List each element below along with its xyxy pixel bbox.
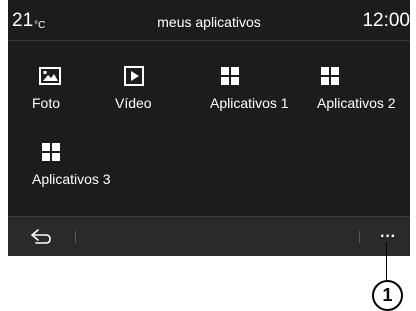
apps-grid-icon [321,67,339,85]
photo-icon [39,67,61,85]
clock: 12:00 [362,10,410,31]
app-aplicativos-3[interactable]: Aplicativos 3 [32,143,132,191]
apps-grid-icon [221,67,239,85]
app-label: Aplicativos 2 [317,95,396,111]
page-title: meus aplicativos [157,14,261,30]
apps-grid-icon [42,143,60,161]
separator [75,231,76,243]
app-video[interactable]: Vídeo [115,66,171,115]
app-label: Aplicativos 1 [210,95,289,111]
video-play-icon [124,66,144,86]
more-options-button[interactable]: ··· [376,227,400,247]
separator [359,231,360,243]
display-screen: 21°C meus aplicativos 12:00 Foto Vídeo A… [8,0,410,256]
app-label: Foto [32,95,61,111]
app-label: Vídeo [115,95,152,111]
app-aplicativos-1[interactable]: Aplicativos 1 [210,67,306,115]
app-foto[interactable]: Foto [32,67,82,115]
status-bar: 21°C meus aplicativos 12:00 [8,0,410,41]
back-arrow-icon[interactable] [30,229,52,245]
callout-leader-line [386,242,387,282]
app-label: Aplicativos 3 [32,171,111,187]
app-aplicativos-2[interactable]: Aplicativos 2 [317,67,409,115]
bottom-bar: ··· [8,216,410,256]
callout-number: 1 [372,280,403,311]
